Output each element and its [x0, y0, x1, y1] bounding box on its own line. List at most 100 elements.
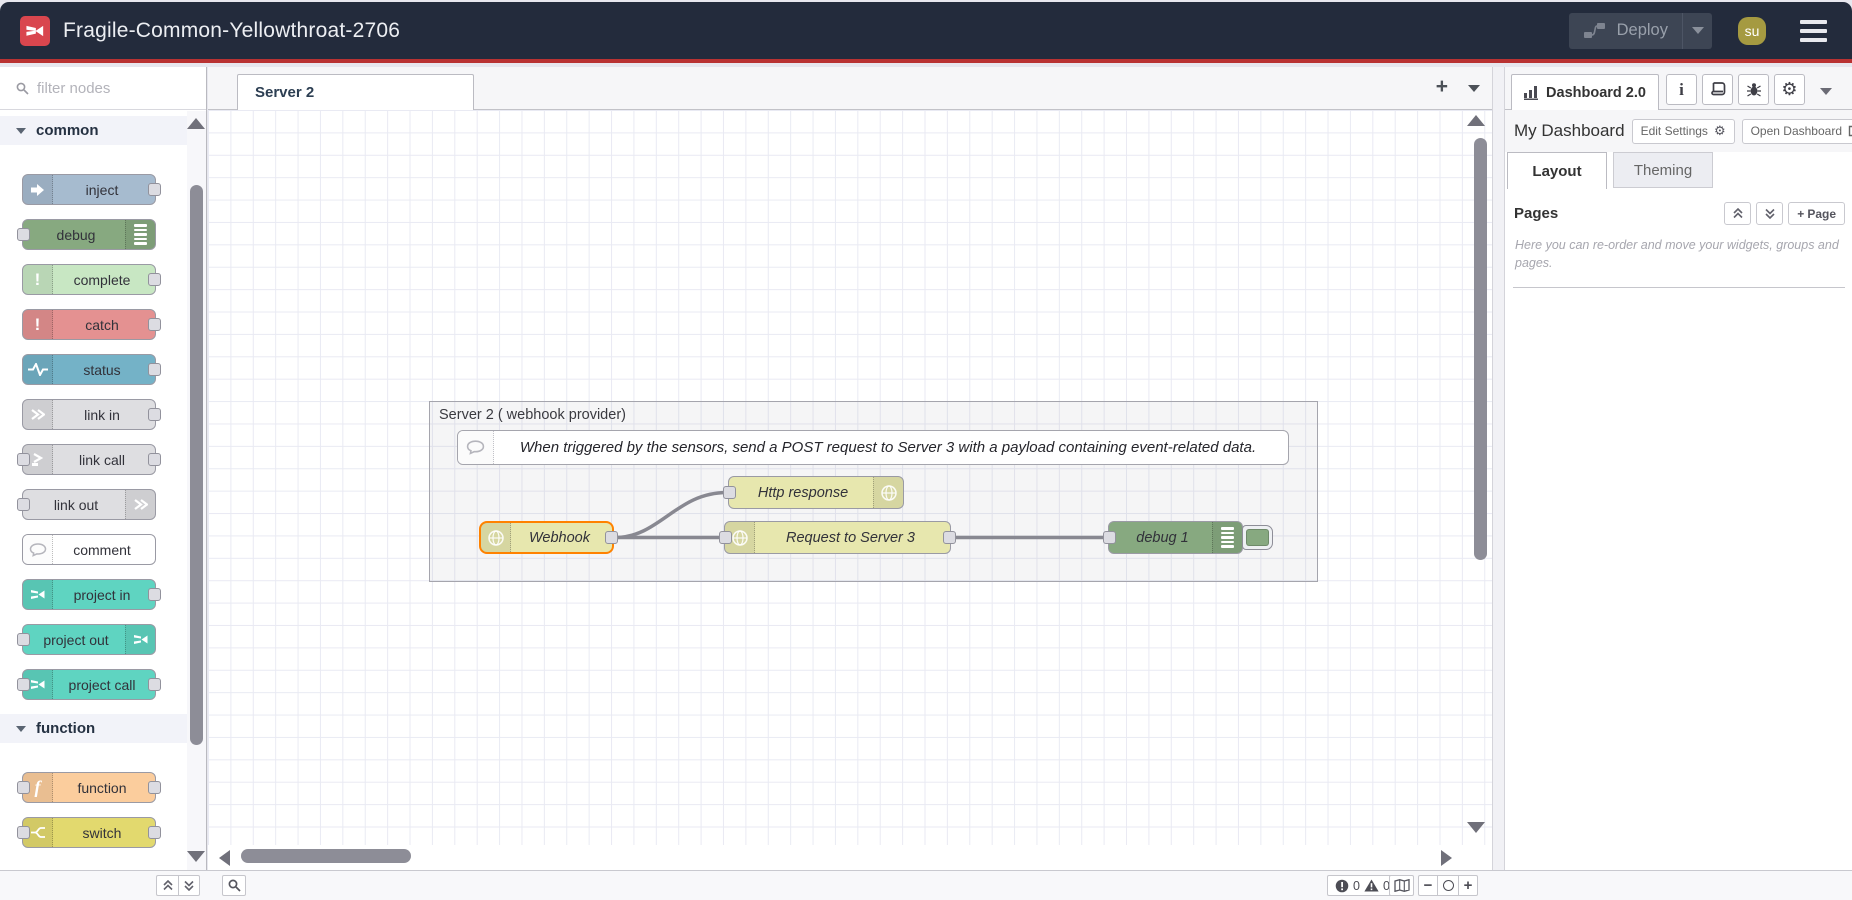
- node-webhook[interactable]: Webhook: [479, 521, 614, 554]
- project-logo-icon: [125, 625, 155, 654]
- zoom-reset-button[interactable]: [1438, 875, 1458, 896]
- gear-icon: ⚙: [1714, 123, 1726, 139]
- input-port[interactable]: [17, 678, 30, 691]
- canvas-scroll-up-icon[interactable]: [1467, 115, 1485, 126]
- move-down-button[interactable]: [1756, 202, 1783, 225]
- deploy-options-button[interactable]: [1682, 13, 1712, 49]
- output-port[interactable]: [148, 183, 161, 196]
- palette-node-function[interactable]: f function: [22, 772, 156, 803]
- input-port[interactable]: [723, 486, 736, 499]
- deploy-button-main[interactable]: Deploy: [1569, 13, 1682, 49]
- workspace-tab-server-2[interactable]: Server 2: [237, 74, 474, 110]
- palette-node-switch[interactable]: switch: [22, 817, 156, 848]
- user-avatar[interactable]: su: [1738, 17, 1766, 45]
- navigator-button[interactable]: [1389, 875, 1414, 896]
- output-port[interactable]: [943, 531, 956, 544]
- palette-node-inject[interactable]: inject: [22, 174, 156, 205]
- canvas-scroll-left-icon[interactable]: [219, 850, 230, 866]
- output-port[interactable]: [148, 273, 161, 286]
- palette-scrollbar-thumb[interactable]: [190, 185, 203, 745]
- palette-node-complete[interactable]: ! complete: [22, 264, 156, 295]
- zoom-out-button[interactable]: −: [1418, 875, 1438, 896]
- canvas-scroll-down-icon[interactable]: [1467, 822, 1485, 833]
- comment-node[interactable]: When triggered by the sensors, send a PO…: [457, 430, 1289, 465]
- palette-node-link-in[interactable]: link in: [22, 399, 156, 430]
- output-port[interactable]: [148, 363, 161, 376]
- sidebar-tab-info[interactable]: i: [1666, 74, 1697, 105]
- output-port[interactable]: [148, 408, 161, 421]
- palette-node-link-out[interactable]: link out: [22, 489, 156, 520]
- sidebar-tab-dashboard[interactable]: Dashboard 2.0: [1511, 74, 1659, 110]
- input-port[interactable]: [17, 781, 30, 794]
- output-port[interactable]: [148, 678, 161, 691]
- palette-filter[interactable]: filter nodes: [0, 67, 206, 110]
- node-label: inject: [52, 175, 152, 204]
- sidebar-tab-help[interactable]: [1702, 74, 1733, 105]
- input-port[interactable]: [17, 826, 30, 839]
- node-red-app: Fragile-Common-Yellowthroat-2706 Deploy …: [0, 0, 1852, 900]
- sidebar-tab-debug[interactable]: [1738, 74, 1769, 105]
- palette-node-project-out[interactable]: project out: [22, 624, 156, 655]
- node-http-response[interactable]: Http response: [728, 476, 904, 509]
- palette-node-catch[interactable]: ! catch: [22, 309, 156, 340]
- expand-categories-button[interactable]: [178, 875, 200, 896]
- sidebar-resize-handle[interactable]: [1492, 67, 1505, 870]
- node-label: complete: [52, 265, 152, 294]
- palette-node-project-in[interactable]: project in: [22, 579, 156, 610]
- globe-icon: [481, 523, 511, 552]
- tab-theming-label: Theming: [1634, 162, 1692, 179]
- palette-scroll-up-icon[interactable]: [187, 118, 205, 129]
- node-debug-1[interactable]: debug 1: [1108, 521, 1243, 554]
- output-port[interactable]: [148, 588, 161, 601]
- palette-node-comment[interactable]: comment: [22, 534, 156, 565]
- inject-arrow-icon: [23, 175, 53, 204]
- input-port[interactable]: [17, 453, 30, 466]
- main-menu-button[interactable]: [1800, 20, 1827, 42]
- move-up-button[interactable]: [1724, 202, 1751, 225]
- zoom-in-button[interactable]: +: [1458, 875, 1478, 896]
- output-port[interactable]: [148, 826, 161, 839]
- sidebar-tab-config[interactable]: ⚙: [1774, 74, 1805, 105]
- palette-node-status[interactable]: status: [22, 354, 156, 385]
- palette-category-common-body: inject debug ! complete ! catch: [0, 145, 206, 700]
- add-page-button[interactable]: + Page: [1788, 202, 1845, 225]
- output-port[interactable]: [148, 781, 161, 794]
- input-port[interactable]: [1103, 531, 1116, 544]
- canvas-scroll-right-icon[interactable]: [1441, 850, 1452, 866]
- node-request-to-server-3[interactable]: Request to Server 3: [724, 521, 951, 554]
- flow-grid[interactable]: Server 2 ( webhook provider) When trigge…: [208, 110, 1492, 845]
- canvas-horizontal-scrollbar-thumb[interactable]: [241, 849, 411, 863]
- edit-settings-button[interactable]: Edit Settings ⚙: [1632, 119, 1735, 144]
- book-icon: [1710, 82, 1726, 97]
- deploy-button[interactable]: Deploy: [1569, 13, 1712, 49]
- palette-scrollbar[interactable]: [187, 111, 206, 870]
- flow-status-counts[interactable]: 0 0: [1327, 875, 1398, 896]
- search-flows-button[interactable]: [222, 875, 246, 896]
- palette-scroll-down-icon[interactable]: [187, 851, 205, 862]
- palette-category-common[interactable]: common: [0, 116, 206, 145]
- palette-node-debug[interactable]: debug: [22, 219, 156, 250]
- input-port[interactable]: [17, 633, 30, 646]
- tab-theming[interactable]: Theming: [1613, 152, 1713, 188]
- dashboard-title: My Dashboard: [1514, 121, 1625, 141]
- debug-enable-toggle[interactable]: [1242, 525, 1273, 550]
- palette-node-project-call[interactable]: project call: [22, 669, 156, 700]
- input-port[interactable]: [17, 498, 30, 511]
- palette-node-link-call[interactable]: link call: [22, 444, 156, 475]
- deploy-label: Deploy: [1617, 21, 1668, 40]
- collapse-categories-button[interactable]: [156, 875, 178, 896]
- canvas-vertical-scrollbar-thumb[interactable]: [1474, 138, 1487, 560]
- output-port[interactable]: [605, 531, 618, 544]
- node-label: project out: [26, 625, 126, 654]
- add-flow-button[interactable]: +: [1436, 75, 1448, 99]
- input-port[interactable]: [719, 531, 732, 544]
- chevron-double-down-icon: [1764, 208, 1776, 219]
- flow-list-button[interactable]: [1468, 85, 1480, 92]
- open-dashboard-button[interactable]: Open Dashboard: [1742, 119, 1852, 144]
- output-port[interactable]: [148, 453, 161, 466]
- output-port[interactable]: [148, 318, 161, 331]
- tab-layout[interactable]: Layout: [1507, 152, 1607, 189]
- input-port[interactable]: [17, 228, 30, 241]
- palette-category-function[interactable]: function: [0, 714, 206, 743]
- sidebar-menu-button[interactable]: [1820, 88, 1832, 95]
